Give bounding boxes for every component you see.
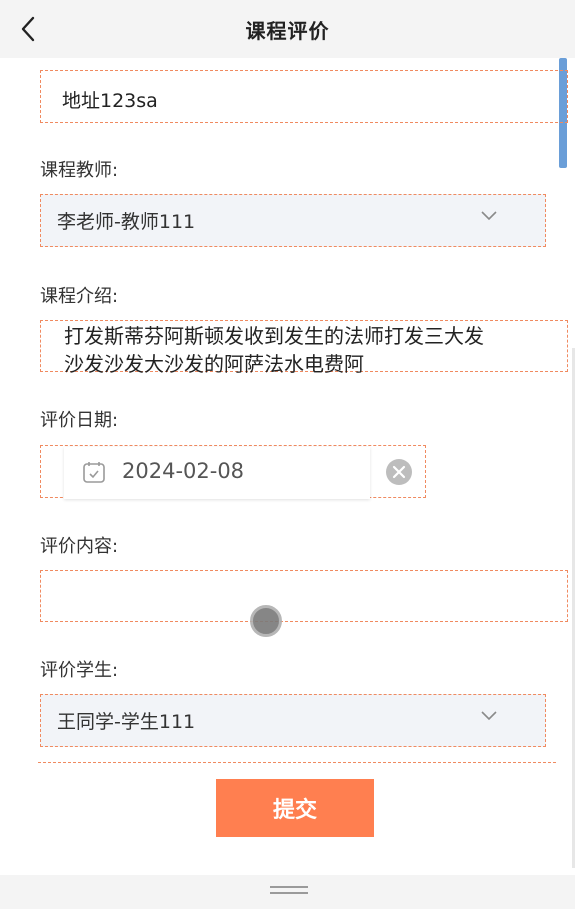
close-icon [392,465,406,479]
chevron-down-icon [481,211,497,221]
eval-date-value: 2024-02-08 [122,459,245,483]
teacher-select[interactable]: 李老师-教师111 [40,194,546,247]
clear-date-button[interactable] [386,459,412,485]
eval-content-label: 评价内容: [40,536,119,557]
chevron-left-icon [21,16,35,42]
address-value: 地址123sa [62,90,158,112]
teacher-selected-value: 李老师-教师111 [57,211,196,233]
date-picker[interactable]: 2024-02-08 [64,447,370,499]
eval-date-label: 评价日期: [40,410,119,431]
submit-button[interactable]: 提交 [216,779,374,837]
chevron-down-icon [481,711,497,721]
teacher-label: 课程教师: [40,160,119,181]
section-divider [38,762,556,763]
eval-content-input[interactable] [40,570,568,622]
intro-label: 课程介绍: [40,286,119,307]
back-button[interactable] [10,8,50,48]
page-title: 课程评价 [245,18,330,43]
student-selected-value: 王同学-学生111 [57,711,196,733]
touch-indicator [250,605,282,637]
intro-fade [40,372,568,394]
student-select[interactable]: 王同学-学生111 [40,694,546,747]
calendar-icon [83,462,105,483]
drag-handle[interactable] [270,886,308,894]
course-evaluation-page: 课程评价 地址123sa 课程教师: 李老师-教师111 课程介绍: 打发斯蒂芬… [0,0,575,909]
student-label: 评价学生: [40,660,119,681]
header-bar: 课程评价 [0,0,575,58]
